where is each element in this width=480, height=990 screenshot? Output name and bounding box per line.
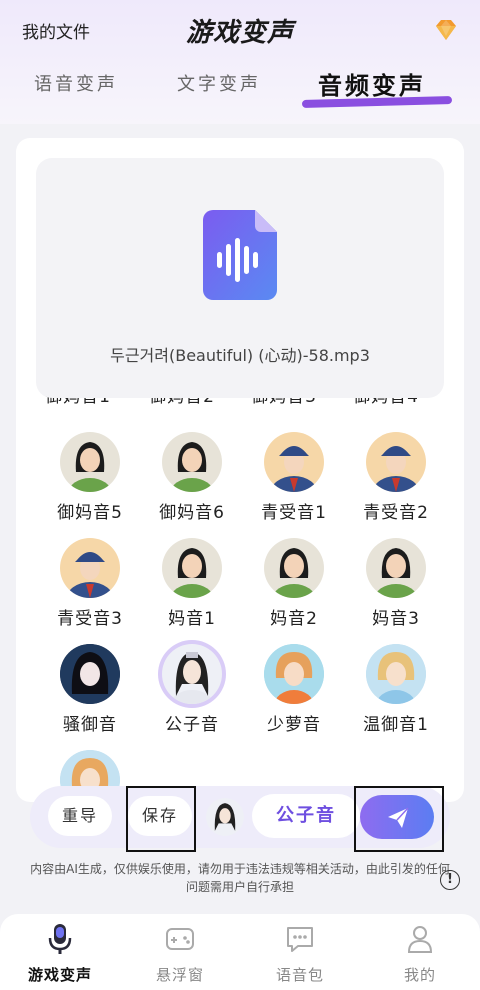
avatar: [162, 538, 222, 598]
avatar: [162, 644, 222, 704]
voice-label: 青受音1: [261, 503, 327, 523]
voice-item[interactable]: 青受音1: [244, 432, 344, 523]
avatar: [162, 432, 222, 492]
avatar: [60, 432, 120, 492]
app-title: 游戏变声: [185, 18, 294, 48]
avatar: [264, 432, 324, 492]
header: 我的文件 游戏变声 语音变声 文字变声 音频变声: [0, 0, 480, 124]
action-bar: 重导 保存 公子音: [30, 786, 450, 852]
voice-item[interactable]: 骚御音: [40, 644, 140, 735]
avatar: [366, 644, 426, 704]
nav-item-voice-pack[interactable]: 语音包: [255, 924, 345, 985]
voice-item[interactable]: 妈音3: [346, 538, 446, 629]
main-card: 두근거려(Beautiful) (心动)-58.mp3 御妈音1 御妈音2 御妈…: [16, 138, 464, 802]
selected-voice-avatar: [206, 798, 244, 836]
avatar: [366, 538, 426, 598]
mic-icon: [48, 924, 72, 954]
voice-label: 公子音: [165, 715, 219, 735]
send-button-highlight: [354, 786, 444, 852]
voice-item[interactable]: 御妈音5: [40, 432, 140, 523]
nav-label: 语音包: [275, 966, 324, 984]
voice-label: 青受音2: [363, 503, 429, 523]
nav-label: 游戏变声: [27, 966, 92, 984]
voice-item[interactable]: 妈音2: [244, 538, 344, 629]
voice-label: 妈音1: [168, 609, 216, 629]
tab-voice-change[interactable]: 语音变声: [34, 70, 118, 96]
user-icon: [407, 926, 433, 953]
voice-item[interactable]: 温御音1: [346, 644, 446, 735]
voice-label: 温御音1: [363, 715, 429, 735]
gamepad-icon: [166, 928, 194, 950]
bottom-nav: 游戏变声 悬浮窗 语音包 我的: [0, 914, 480, 990]
voice-item[interactable]: 青受音2: [346, 432, 446, 523]
avatar: [264, 644, 324, 704]
voice-item-selected[interactable]: 公子音: [142, 644, 242, 735]
chat-icon: [287, 927, 313, 952]
nav-label: 我的: [403, 966, 436, 984]
voice-label: 御妈音6: [159, 503, 225, 523]
avatar: [60, 538, 120, 598]
avatar: [60, 644, 120, 704]
tab-text-change[interactable]: 文字变声: [177, 70, 261, 96]
voice-item[interactable]: 青受音3: [40, 538, 140, 629]
voice-label: 御妈音5: [57, 503, 123, 523]
nav-item-game-voice[interactable]: 游戏变声: [15, 924, 105, 985]
voice-item[interactable]: 御妈音6: [142, 432, 242, 523]
avatar: [366, 432, 426, 492]
save-button-highlight: [126, 786, 196, 852]
audio-file-icon: [203, 210, 277, 300]
avatar: [264, 538, 324, 598]
voice-label: 青受音3: [57, 609, 123, 629]
selected-voice-label[interactable]: 公子音: [252, 794, 360, 838]
voice-label: 妈音2: [270, 609, 318, 629]
nav-item-floating-window[interactable]: 悬浮窗: [135, 924, 225, 985]
info-icon[interactable]: !: [440, 870, 460, 890]
voice-label: 妈音3: [372, 609, 420, 629]
voice-item[interactable]: 少萝音: [244, 644, 344, 735]
nav-item-mine[interactable]: 我的: [375, 924, 465, 985]
tab-audio-change[interactable]: 音频变声: [318, 66, 426, 101]
nav-label: 悬浮窗: [155, 966, 204, 984]
disclaimer-text: 内容由AI生成，仅供娱乐使用，请勿用于违法违规等相关活动，由此引发的任何问题需用…: [30, 862, 450, 894]
reset-button[interactable]: 重导: [48, 796, 112, 836]
audio-file-panel[interactable]: 두근거려(Beautiful) (心动)-58.mp3: [36, 158, 444, 398]
voice-item[interactable]: 妈音1: [142, 538, 242, 629]
diamond-icon[interactable]: [432, 16, 460, 44]
file-name: 두근거려(Beautiful) (心动)-58.mp3: [110, 346, 370, 365]
voice-label: 骚御音: [63, 715, 117, 735]
voice-label: 少萝音: [267, 715, 321, 735]
